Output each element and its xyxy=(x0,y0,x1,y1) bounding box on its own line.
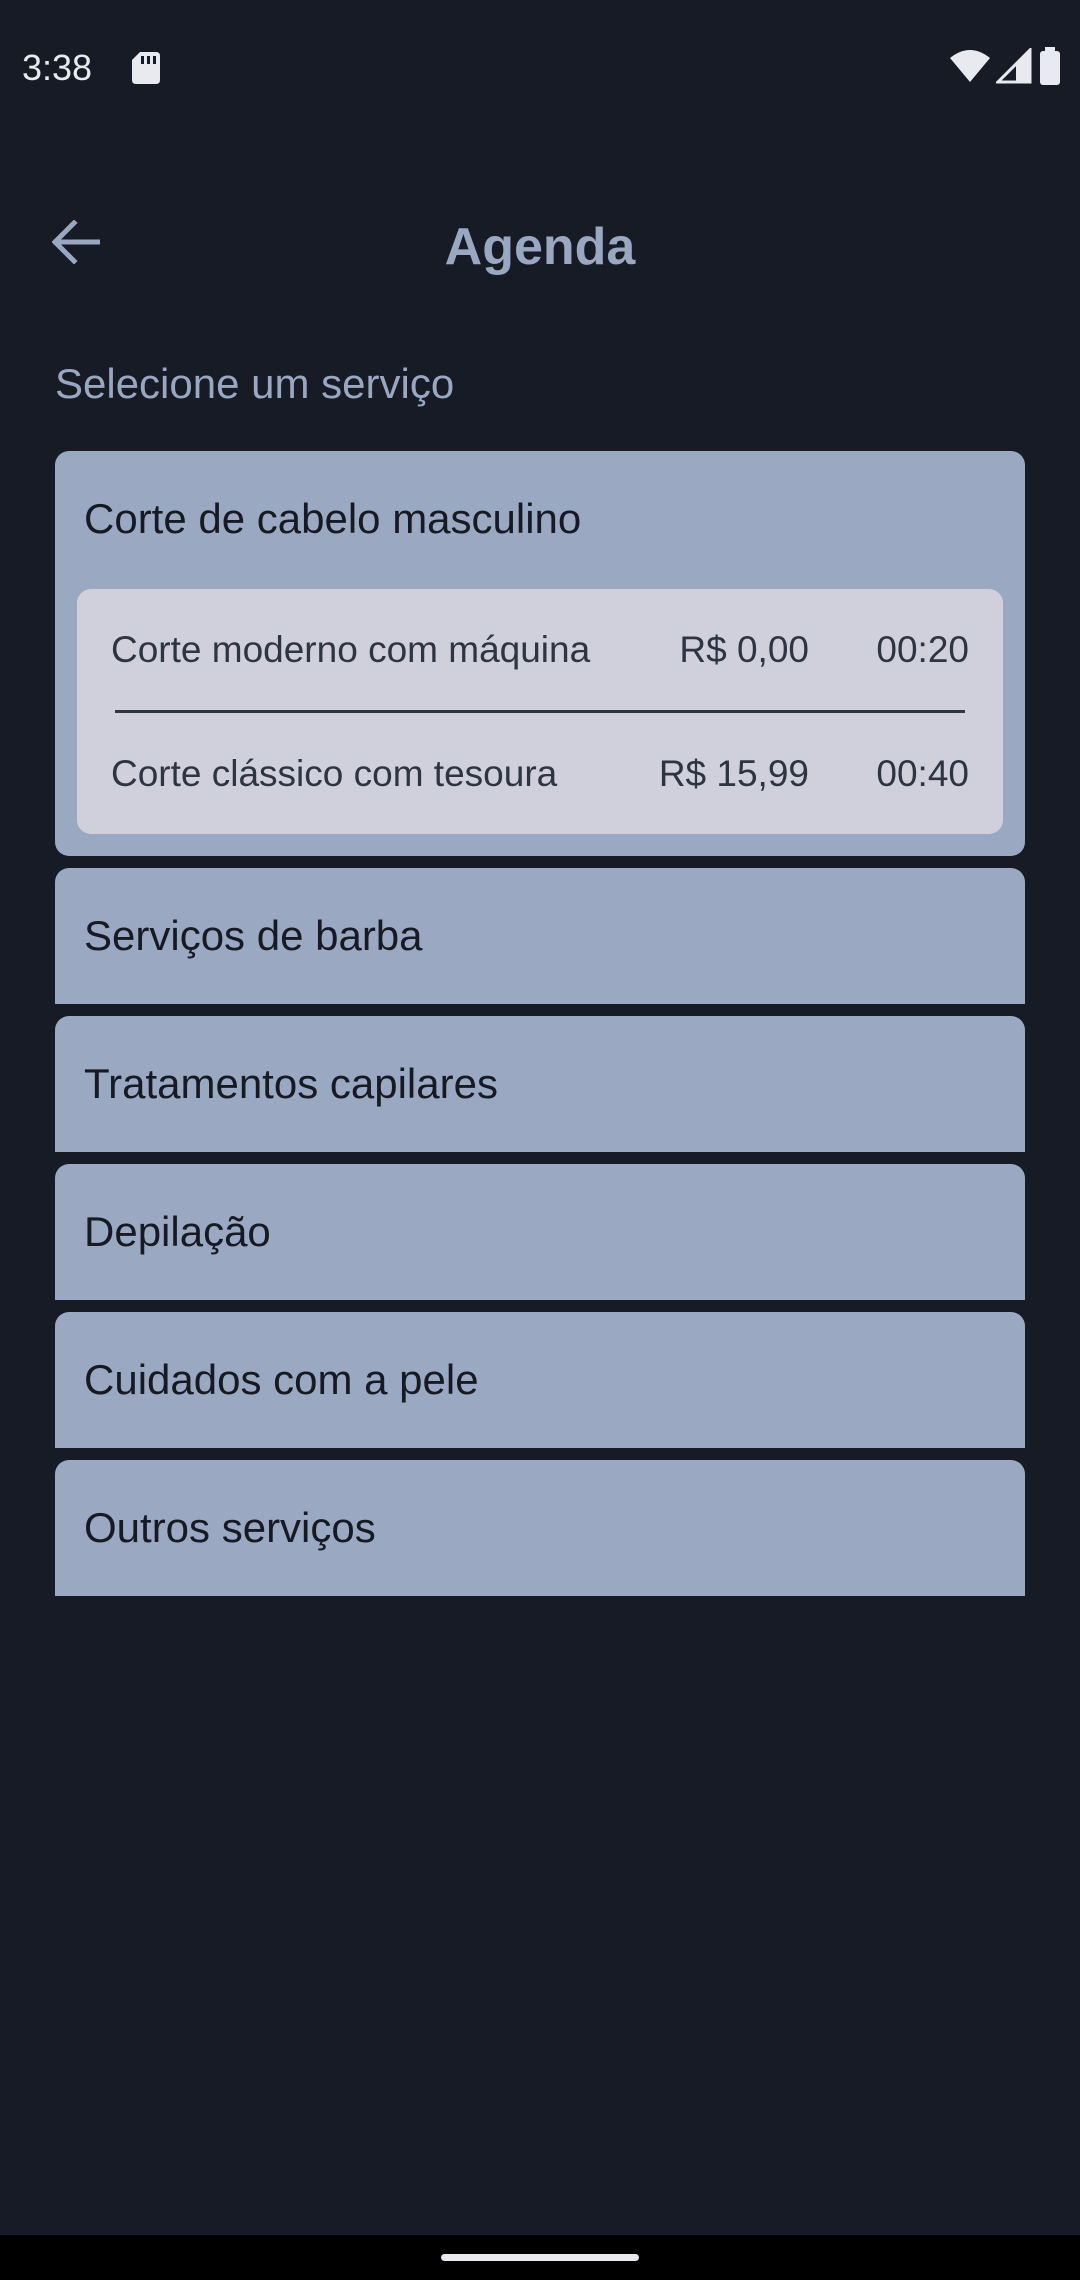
status-bar: 3:38 xyxy=(0,0,1080,136)
home-gesture-handle[interactable] xyxy=(441,2254,639,2261)
wifi-icon xyxy=(950,49,990,88)
category-label: Outros serviços xyxy=(84,1504,376,1551)
category-tratamentos-capilares[interactable]: Tratamentos capilares xyxy=(55,1016,1025,1152)
category-label: Corte de cabelo masculino xyxy=(84,495,582,542)
category-header[interactable]: Corte de cabelo masculino xyxy=(55,451,1025,587)
category-corte-de-cabelo[interactable]: Corte de cabelo masculino Corte moderno … xyxy=(55,451,1025,856)
service-row[interactable]: Corte moderno com máquina R$ 0,00 00:20 xyxy=(111,589,969,710)
service-duration: 00:20 xyxy=(876,628,969,670)
service-duration: 00:40 xyxy=(876,752,969,794)
category-cuidados-com-a-pele[interactable]: Cuidados com a pele xyxy=(55,1312,1025,1448)
category-label: Serviços de barba xyxy=(84,912,423,959)
service-name: Corte clássico com tesoura xyxy=(111,752,558,794)
status-icons xyxy=(950,45,1062,90)
category-outros-servicos[interactable]: Outros serviços xyxy=(55,1460,1025,1596)
category-label: Cuidados com a pele xyxy=(84,1356,479,1403)
category-label: Depilação xyxy=(84,1208,271,1255)
category-label: Tratamentos capilares xyxy=(84,1060,498,1107)
service-price: R$ 15,99 xyxy=(658,752,809,794)
service-name: Corte moderno com máquina xyxy=(111,628,591,670)
service-row[interactable]: Corte clássico com tesoura R$ 15,99 00:4… xyxy=(111,713,969,834)
category-servicos-de-barba[interactable]: Serviços de barba xyxy=(55,868,1025,1004)
subservice-list: Corte moderno com máquina R$ 0,00 00:20 … xyxy=(77,589,1003,834)
category-depilacao[interactable]: Depilação xyxy=(55,1164,1025,1300)
battery-icon xyxy=(1038,46,1062,90)
section-subtitle: Selecione um serviço xyxy=(55,360,455,407)
service-category-list: Corte de cabelo masculino Corte moderno … xyxy=(55,451,1025,1608)
status-time: 3:38 xyxy=(22,47,93,88)
service-price: R$ 0,00 xyxy=(679,628,809,670)
signal-icon xyxy=(994,45,1032,89)
system-nav-bar xyxy=(0,2235,1080,2280)
sd-card-icon xyxy=(132,52,160,84)
page-title: Agenda xyxy=(444,218,636,276)
screen: 3:38 Agenda Selecione um serviço Corte d… xyxy=(0,0,1080,2280)
